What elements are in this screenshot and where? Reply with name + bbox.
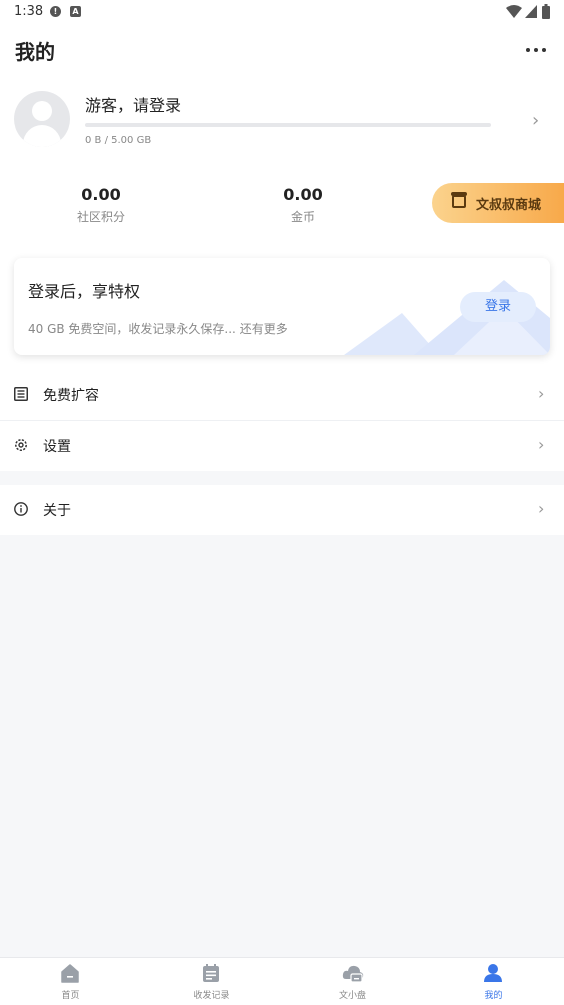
menu-item-about[interactable]: 关于 › bbox=[0, 485, 564, 535]
community-points-stat[interactable]: 0.00 社区积分 bbox=[46, 185, 156, 225]
chevron-right-icon[interactable]: › bbox=[532, 110, 539, 131]
mall-label: 文叔叔商城 bbox=[476, 198, 542, 213]
alert-icon: ! bbox=[50, 6, 61, 17]
status-time: 1:38 bbox=[14, 4, 44, 19]
store-icon bbox=[451, 192, 467, 208]
community-points-label: 社区积分 bbox=[76, 210, 125, 224]
more-options-button[interactable] bbox=[522, 40, 550, 60]
privilege-description: 40 GB 免费空间，收发记录永久保存... 还有更多 bbox=[28, 322, 288, 336]
nav-home[interactable]: 首页 bbox=[0, 958, 141, 1005]
battery-icon bbox=[542, 4, 550, 19]
a-icon: A bbox=[70, 6, 81, 17]
home-icon bbox=[61, 964, 79, 983]
coins-label: 金币 bbox=[290, 210, 315, 224]
nav-label-disk: 文小盘 bbox=[338, 991, 366, 1001]
info-icon bbox=[14, 502, 28, 516]
wifi-icon bbox=[506, 5, 522, 18]
menu-item-free-expand[interactable]: 免费扩容 › bbox=[0, 370, 564, 420]
chevron-right-icon: › bbox=[538, 499, 545, 518]
coins-value: 0.00 bbox=[283, 185, 323, 204]
coins-stat[interactable]: 0.00 金币 bbox=[248, 185, 358, 225]
nav-records[interactable]: 收发记录 bbox=[141, 958, 282, 1005]
person-icon bbox=[484, 964, 502, 982]
storage-text: 0 B / 5.00 GB bbox=[85, 135, 152, 146]
clipboard-icon bbox=[203, 964, 219, 982]
signal-icon bbox=[525, 5, 537, 18]
nav-label-records: 收发记录 bbox=[193, 991, 230, 1001]
status-bar: 1:38 ! A bbox=[0, 0, 564, 24]
chevron-right-icon: › bbox=[538, 435, 545, 454]
storage-progress-bar bbox=[85, 123, 491, 127]
menu-label-settings: 设置 bbox=[43, 439, 71, 455]
gear-icon bbox=[15, 439, 27, 451]
page-title: 我的 bbox=[15, 40, 55, 64]
list-icon bbox=[14, 387, 28, 401]
nav-me[interactable]: 我的 bbox=[423, 958, 564, 1005]
menu-item-settings[interactable]: 设置 › bbox=[0, 421, 564, 471]
chevron-right-icon: › bbox=[538, 384, 545, 403]
login-prompt[interactable]: 游客，请登录 bbox=[85, 92, 181, 116]
menu-label-free-expand: 免费扩容 bbox=[43, 388, 99, 404]
menu-label-about: 关于 bbox=[43, 503, 71, 519]
community-points-value: 0.00 bbox=[81, 185, 121, 204]
login-button[interactable]: 登录 bbox=[460, 292, 536, 322]
nav-label-home: 首页 bbox=[61, 991, 80, 1001]
bottom-navigation: 首页 收发记录 文小盘 我的 bbox=[0, 957, 564, 1005]
privilege-title: 登录后，享特权 bbox=[28, 282, 141, 301]
nav-disk[interactable]: 文小盘 bbox=[282, 958, 423, 1005]
avatar[interactable] bbox=[14, 91, 70, 147]
nav-label-me: 我的 bbox=[484, 991, 503, 1001]
privilege-card: 登录后，享特权 40 GB 免费空间，收发记录永久保存... 还有更多 登录 bbox=[14, 258, 550, 355]
mall-button[interactable]: 文叔叔商城 bbox=[432, 183, 564, 223]
cloud-disk-icon bbox=[342, 965, 364, 983]
